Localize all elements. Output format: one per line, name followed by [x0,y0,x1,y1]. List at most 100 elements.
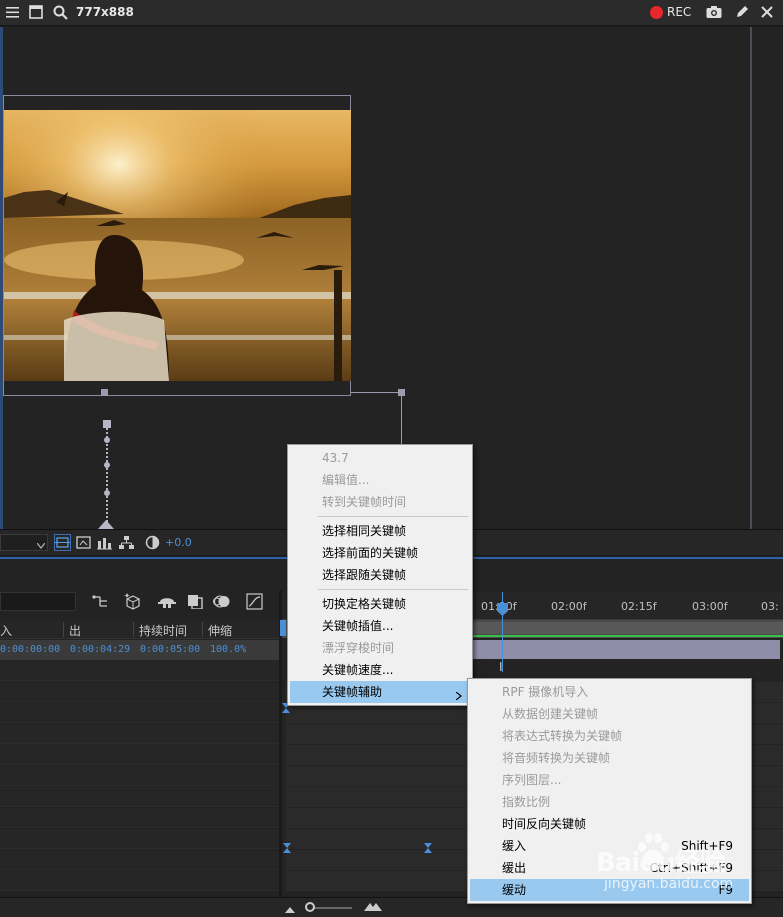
submenu-item-easy-ease-out[interactable]: 缓出 Ctrl+Shift+F9 [470,857,749,879]
menu-item-keyframe-interpolation[interactable]: 关键帧插值... [290,615,470,637]
submenu-item-label: 缓出 [502,861,527,875]
property-row[interactable] [0,829,279,849]
column-divider [133,622,134,637]
keyframe-icon[interactable] [424,843,432,853]
rec-button[interactable]: REC [667,5,691,19]
column-stretch[interactable]: 伸缩 [208,622,232,639]
property-row[interactable] [0,724,279,744]
menu-item-goto-keyframe-time[interactable]: 转到关键帧时间 [290,491,470,513]
property-row[interactable] [0,871,279,891]
property-row[interactable] [0,703,279,723]
menu-separator [318,589,468,590]
layer-out-time[interactable]: 0:00:04:29 [70,644,130,655]
ruler-label: 03: [761,600,779,613]
channels-icon[interactable] [97,535,112,550]
submenu-item-easy-ease-in[interactable]: 缓入 Shift+F9 [470,835,749,857]
hide-shy-layers-icon[interactable] [158,594,176,609]
menu-item-select-equal-keyframes[interactable]: 选择相同关键帧 [290,520,470,542]
motion-point[interactable] [104,462,110,468]
submenu-item-convert-audio[interactable]: 将音频转换为关键帧 [470,747,749,769]
ruler-label: 02:15f [621,600,657,613]
record-icon[interactable] [650,6,663,19]
layer-duration[interactable]: 0:00:05:00 [140,644,200,655]
shortcut-label: Shift+F9 [681,839,733,853]
draft-3d-icon[interactable] [124,592,142,610]
layer-duration-bar[interactable] [473,640,780,659]
chevron-right-icon [455,689,462,701]
menu-item-select-following-keyframes[interactable]: 选择跟随关键帧 [290,564,470,586]
submenu-item-time-reverse[interactable]: 时间反向关键帧 [470,813,749,835]
layer-stretch[interactable]: 100.0% [210,644,246,655]
keyframe-assistant-submenu: RPF 摄像机导入 从数据创建关键帧 将表达式转换为关键帧 将音频转换为关键帧 … [467,678,752,904]
property-row[interactable] [0,682,279,702]
hamburger-icon[interactable] [6,6,19,19]
keyframe-icon[interactable] [283,843,291,853]
zoom-out-icon[interactable] [285,903,295,913]
property-row[interactable] [0,661,279,681]
bbox-line-vert [401,393,402,448]
keyframe-context-menu: 43.7 编辑值... 转到关键帧时间 选择相同关键帧 选择前面的关键帧 选择跟… [287,444,473,706]
exposure-icon[interactable] [145,535,160,550]
anchor-point-icon[interactable] [96,518,116,529]
zoom-in-icon[interactable] [364,901,382,911]
chevron-down-icon [36,539,46,550]
submenu-item-rpf-camera-import[interactable]: RPF 摄像机导入 [470,681,749,703]
menu-item-keyframe-velocity[interactable]: 关键帧速度... [290,659,470,681]
shortcut-label: F9 [718,883,733,897]
property-row[interactable] [0,787,279,807]
menu-item-keyframe-assistant[interactable]: 关键帧辅助 [290,681,470,703]
property-row[interactable] [0,766,279,786]
motion-point[interactable] [104,437,110,443]
graph-editor-icon[interactable] [246,593,263,610]
property-row[interactable] [0,850,279,870]
column-duration[interactable]: 持续时间 [139,622,187,639]
menu-item-rove-across-time[interactable]: 漂浮穿梭时间 [290,637,470,659]
keyframe-icon[interactable] [280,620,286,636]
work-area-fill [473,622,783,634]
resolution-label: 777x888 [76,5,134,19]
viewer-right-edge [750,27,752,529]
motion-blur-icon[interactable] [213,594,230,609]
text-cursor-icon: I [499,660,503,674]
submenu-item-exponential-scale[interactable]: 指数比例 [470,791,749,813]
menu-item-select-previous-keyframes[interactable]: 选择前面的关键帧 [290,542,470,564]
column-in[interactable]: 入 [0,622,12,639]
submenu-item-label: 缓入 [502,839,527,853]
menu-item-edit-value[interactable]: 编辑值... [290,469,470,491]
property-row[interactable] [0,808,279,828]
ruler-label: 02:00f [551,600,587,613]
submenu-item-create-keyframes-from-data[interactable]: 从数据创建关键帧 [470,703,749,725]
submenu-item-convert-expression[interactable]: 将表达式转换为关键帧 [470,725,749,747]
window-icon[interactable] [29,5,43,19]
exposure-value[interactable]: +0.0 [165,536,192,549]
submenu-item-easy-ease[interactable]: 缓动 F9 [470,879,749,901]
menu-separator [318,516,468,517]
snapshot-icon[interactable] [76,535,91,550]
bbox-line [351,392,401,393]
frame-blending-icon[interactable] [187,594,203,610]
timeline-search-input[interactable] [0,592,76,611]
range-marker [473,635,783,637]
close-icon[interactable] [761,6,773,18]
submenu-item-label: 缓动 [502,883,527,897]
footage-image[interactable] [4,110,351,381]
composition-flowchart-icon[interactable] [92,594,108,609]
column-divider [202,622,203,637]
submenu-item-sequence-layers[interactable]: 序列图层... [470,769,749,791]
flowchart-icon[interactable] [119,535,134,550]
safe-margins-icon[interactable] [54,534,71,551]
playhead-icon[interactable] [497,603,508,616]
zoom-icon[interactable] [53,5,68,20]
menu-item-toggle-hold-keyframe[interactable]: 切换定格关键帧 [290,593,470,615]
camera-icon[interactable] [706,5,722,19]
bbox-handle-bottom[interactable] [101,389,108,396]
layer-in-time[interactable]: 0:00:00:00 [0,644,60,655]
recorder-toolbar: 777x888 REC [0,0,783,26]
shortcut-label: Ctrl+Shift+F9 [649,861,733,875]
motion-point[interactable] [104,490,110,496]
zoom-slider-thumb[interactable] [305,902,315,912]
column-out[interactable]: 出 [69,622,81,639]
pencil-icon[interactable] [735,5,749,19]
property-row[interactable] [0,745,279,765]
motion-handle-top[interactable] [103,420,111,428]
